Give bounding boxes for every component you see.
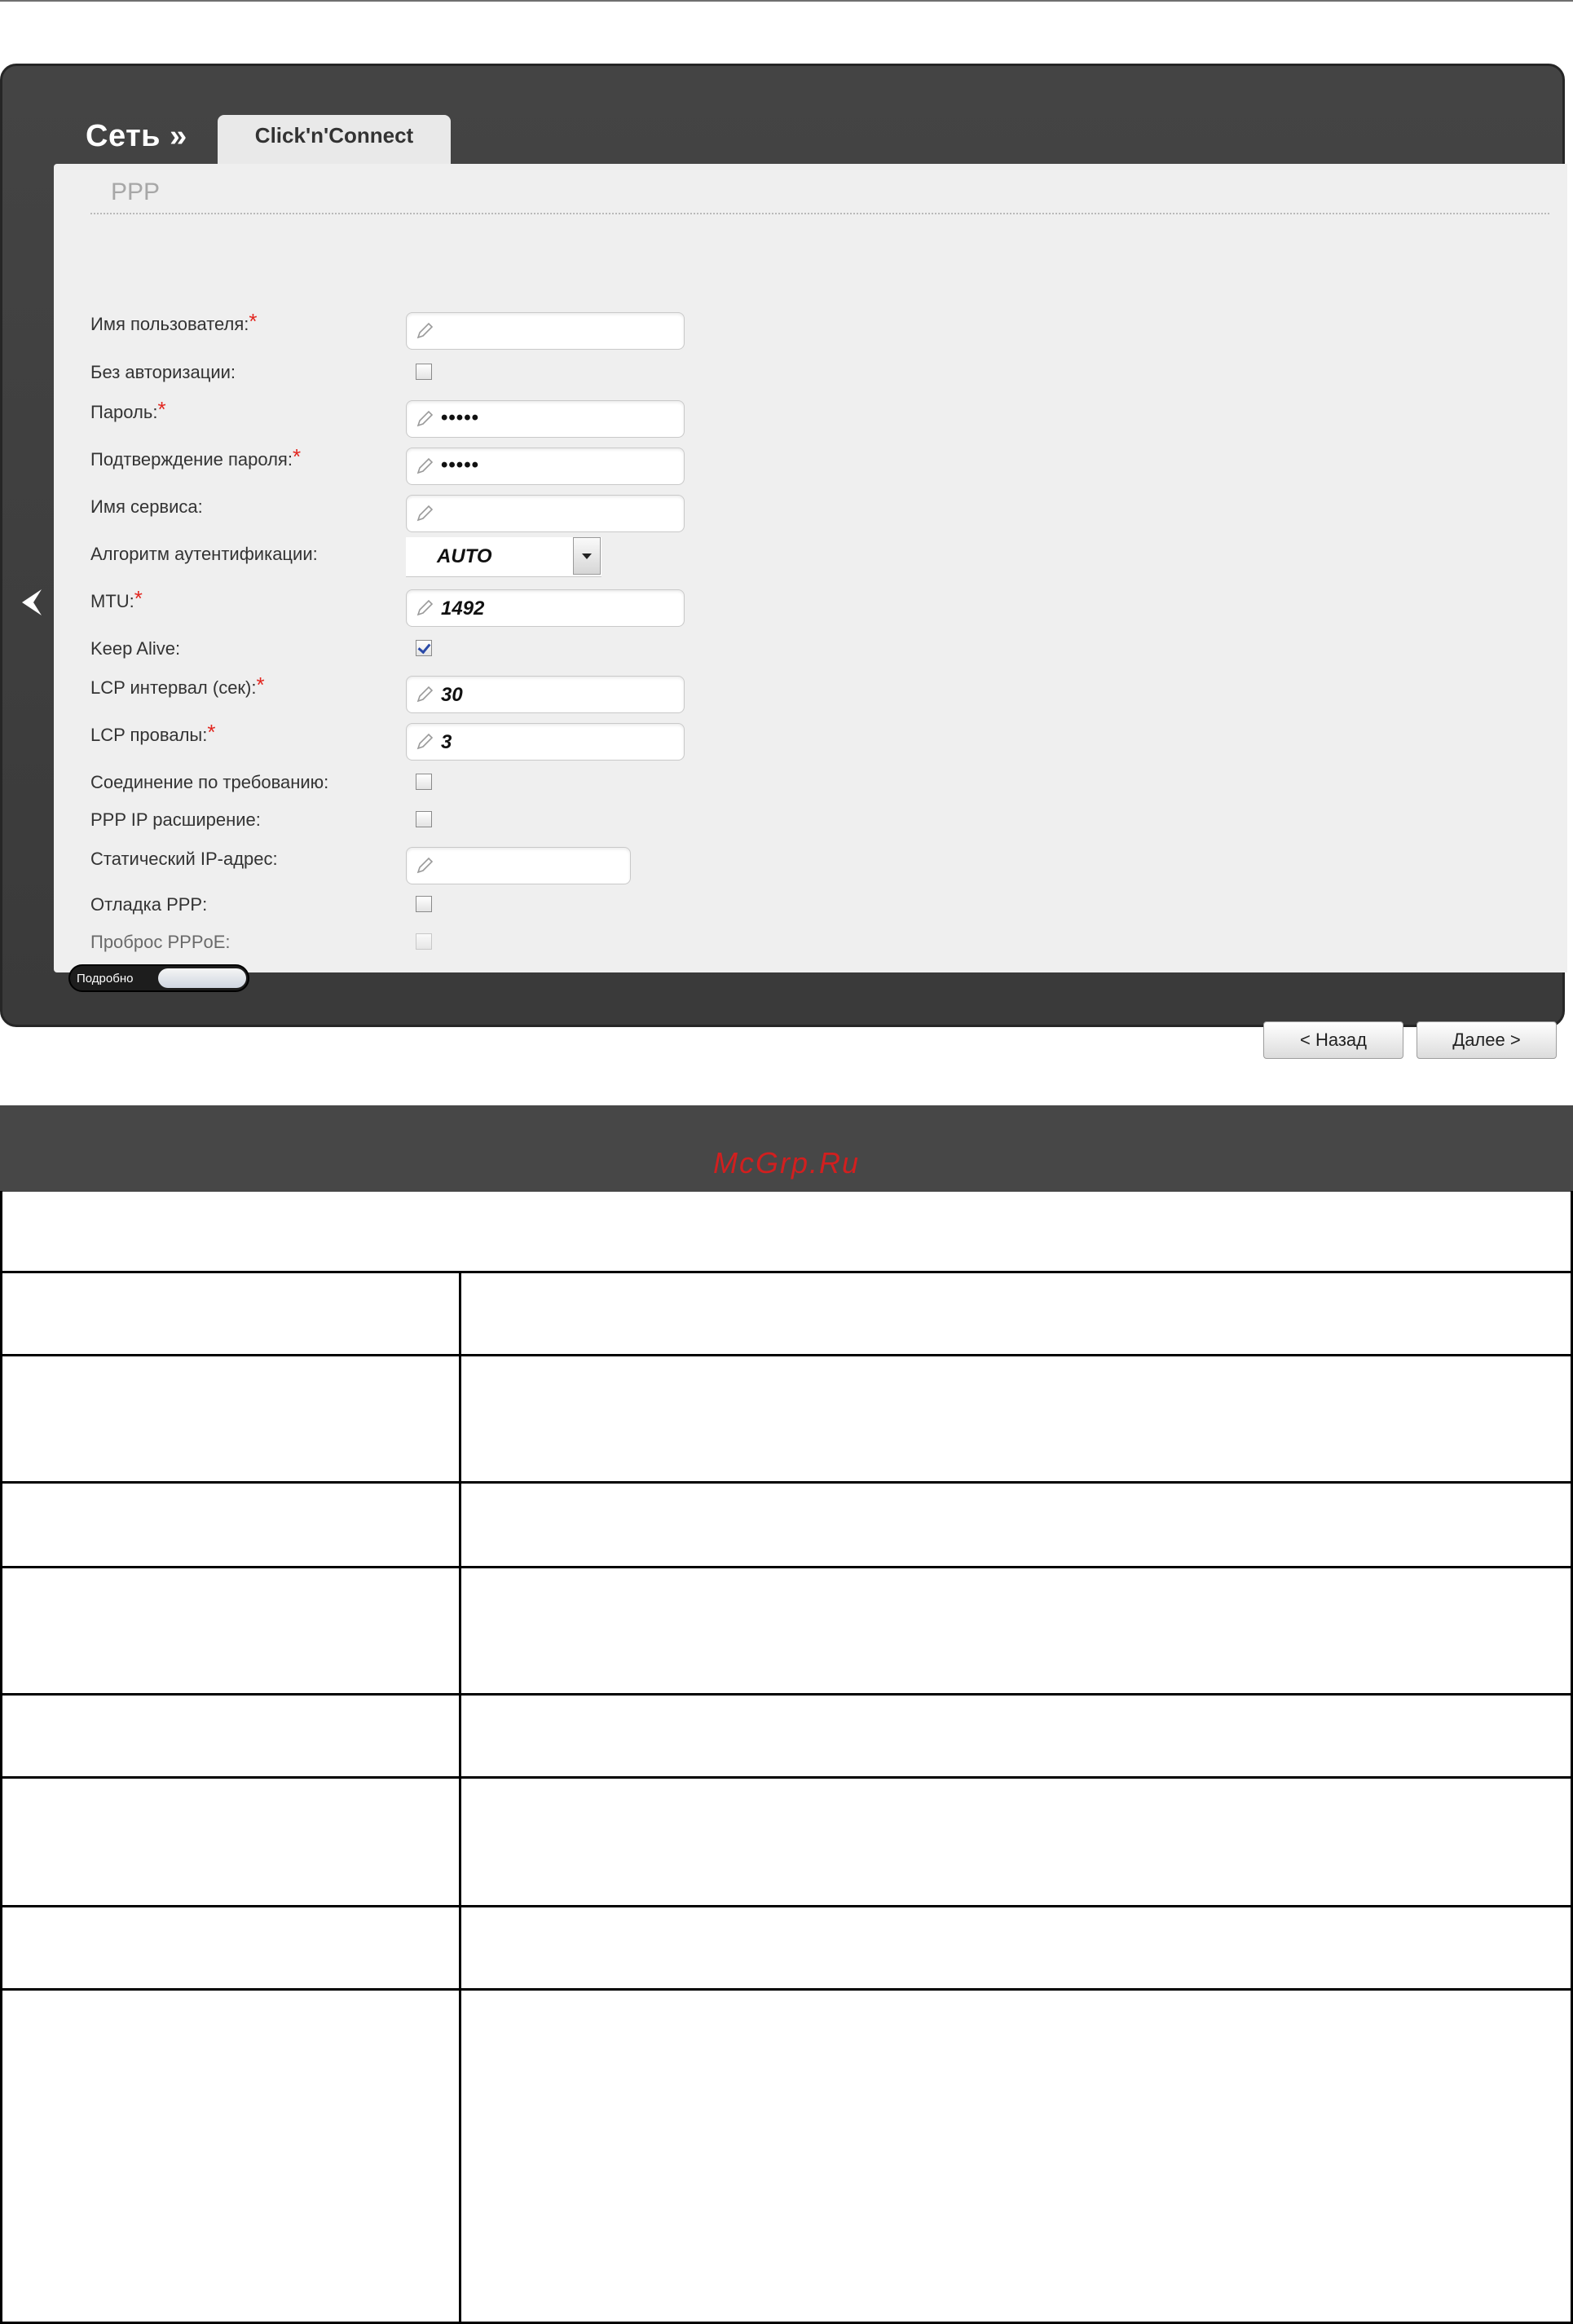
required-mark: * <box>134 586 143 611</box>
lcp-interval-input[interactable]: 30 <box>406 676 685 713</box>
username-input[interactable] <box>406 312 685 350</box>
chevron-down-icon[interactable] <box>573 537 601 575</box>
pencil-icon <box>416 857 434 874</box>
on-demand-label: Соединение по требованию: <box>90 772 329 792</box>
service-name-input[interactable] <box>406 495 685 532</box>
table-row-divider <box>2 1481 1571 1484</box>
tab-clickn-connect[interactable]: Click'n'Connect <box>218 115 451 165</box>
pppoe-passthrough-checkbox[interactable] <box>416 933 432 950</box>
password-label: Пароль:* <box>90 397 166 422</box>
next-button[interactable]: Далее > <box>1417 1021 1557 1059</box>
required-mark: * <box>249 309 258 333</box>
parameter-table <box>0 1191 1573 2324</box>
static-ip-label: Статический IP-адрес: <box>90 849 278 869</box>
table-header-bar: McGrp.Ru <box>0 1105 1573 1192</box>
required-mark: * <box>256 673 265 697</box>
table-row-divider <box>2 1354 1571 1356</box>
keep-alive-label: Keep Alive: <box>90 638 181 659</box>
breadcrumb[interactable]: Сеть » <box>86 119 187 154</box>
table-row-divider <box>2 1988 1571 1991</box>
auth-algorithm-select[interactable]: AUTO <box>406 537 601 577</box>
keep-alive-checkbox[interactable] <box>416 640 432 656</box>
table-row-divider <box>2 1776 1571 1779</box>
settings-panel: PPP Имя пользователя:* Без авторизации: … <box>54 164 1567 1059</box>
back-button[interactable]: < Назад <box>1263 1021 1403 1059</box>
password-confirm-label: Подтверждение пароля:* <box>90 444 302 470</box>
required-mark: * <box>207 720 216 744</box>
lcp-failures-label: LCP провалы:* <box>90 720 216 745</box>
ppp-debug-checkbox[interactable] <box>416 896 432 912</box>
router-ui-window: Сеть » Click'n'Connect PPP Имя пользоват… <box>0 64 1567 1059</box>
table-row-divider <box>2 1566 1571 1568</box>
auth-algorithm-value: AUTO <box>437 545 492 567</box>
table-row-divider <box>2 1693 1571 1696</box>
back-arrow-icon[interactable] <box>19 588 45 617</box>
ppp-ip-ext-checkbox[interactable] <box>416 811 432 827</box>
pencil-icon <box>416 686 434 703</box>
top-rule <box>0 0 1573 2</box>
pencil-icon <box>416 733 434 750</box>
on-demand-checkbox[interactable] <box>416 774 432 790</box>
pencil-icon <box>416 322 434 339</box>
mtu-input[interactable]: 1492 <box>406 589 685 627</box>
lcp-interval-value: 30 <box>441 684 463 706</box>
username-label: Имя пользователя:* <box>90 309 258 334</box>
no-auth-label: Без авторизации: <box>90 362 236 382</box>
password-confirm-input[interactable]: ••••• <box>406 448 685 485</box>
mtu-label: MTU:* <box>90 586 143 611</box>
password-value: ••••• <box>441 407 480 429</box>
pencil-icon <box>416 599 434 616</box>
pencil-icon <box>416 410 434 427</box>
lcp-failures-input[interactable]: 3 <box>406 723 685 761</box>
auth-algorithm-label: Алгоритм аутентификации: <box>90 544 318 564</box>
section-title: PPP <box>111 179 161 205</box>
lcp-failures-value: 3 <box>441 731 452 753</box>
details-toggle[interactable]: Подробно <box>68 964 249 992</box>
ppp-ip-ext-label: PPP IP расширение: <box>90 809 261 830</box>
static-ip-input[interactable] <box>406 847 631 884</box>
no-auth-checkbox[interactable] <box>416 364 432 380</box>
lcp-interval-label: LCP интервал (сек):* <box>90 673 265 698</box>
mtu-value: 1492 <box>441 598 485 620</box>
service-name-label: Имя сервиса: <box>90 496 203 517</box>
pencil-icon <box>416 457 434 474</box>
required-mark: * <box>157 397 166 421</box>
password-confirm-value: ••••• <box>441 454 480 476</box>
table-row-divider <box>2 1271 1571 1273</box>
ppp-debug-label: Отладка PPP: <box>90 894 208 915</box>
table-column-divider <box>459 1271 461 2324</box>
password-input[interactable]: ••••• <box>406 400 685 438</box>
toggle-knob[interactable] <box>158 968 246 988</box>
table-row-divider <box>2 1905 1571 1907</box>
pencil-icon <box>416 505 434 522</box>
watermark: McGrp.Ru <box>712 1146 861 1180</box>
required-mark: * <box>292 444 302 469</box>
section-divider <box>90 213 1549 214</box>
pppoe-passthrough-label: Проброс PPPoE: <box>90 932 231 952</box>
details-toggle-label: Подробно <box>77 972 134 986</box>
